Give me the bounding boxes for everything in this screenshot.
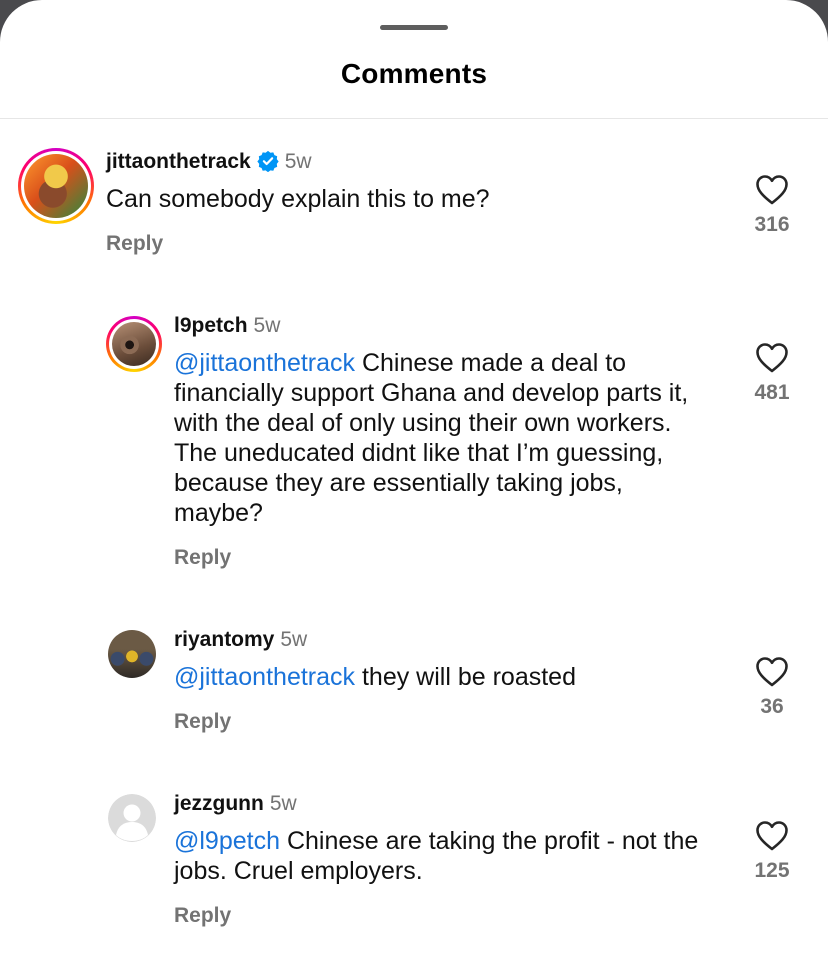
default-avatar-icon xyxy=(108,794,156,842)
heart-icon[interactable] xyxy=(755,342,789,373)
user-photo-icon xyxy=(112,322,156,366)
comment-time: 5w xyxy=(284,150,312,173)
like-count: 481 xyxy=(754,381,790,404)
comment-username[interactable]: riyantomy xyxy=(174,628,274,651)
like-count: 36 xyxy=(760,695,784,718)
comment-time: 5w xyxy=(269,792,297,815)
comment-username[interactable]: jittaonthetrack xyxy=(106,150,251,173)
like-count: 125 xyxy=(754,859,790,882)
heart-icon[interactable] xyxy=(755,656,789,687)
comment-text: @jittaonthetrack they will be roasted xyxy=(174,662,714,692)
comment-time: 5w xyxy=(280,628,308,651)
comment-body: they will be roasted xyxy=(355,663,576,691)
heart-icon[interactable] xyxy=(755,174,789,205)
user-photo-icon xyxy=(24,154,88,218)
avatar[interactable] xyxy=(108,630,156,678)
comment-body: Can somebody explain this to me? xyxy=(106,185,490,213)
mention-link[interactable]: @l9petch xyxy=(174,827,280,855)
reply-button[interactable]: Reply xyxy=(106,232,163,256)
comment-text: Can somebody explain this to me? xyxy=(106,184,716,214)
avatar[interactable] xyxy=(18,148,94,224)
avatar[interactable] xyxy=(108,794,156,842)
like-group: 125 xyxy=(752,820,792,883)
verified-badge-icon xyxy=(257,150,279,172)
heart-icon[interactable] xyxy=(755,820,789,851)
comment-username[interactable]: l9petch xyxy=(174,314,248,337)
comment-text: @jittaonthetrack Chinese made a deal to … xyxy=(174,348,714,528)
like-count: 316 xyxy=(754,213,790,236)
like-group: 36 xyxy=(752,656,792,719)
comment-text: @l9petch Chinese are taking the profit -… xyxy=(174,826,724,886)
like-group: 316 xyxy=(752,174,792,237)
reply-button[interactable]: Reply xyxy=(174,904,231,928)
comment-username[interactable]: jezzgunn xyxy=(174,792,264,815)
mention-link[interactable]: @jittaonthetrack xyxy=(174,663,355,691)
header-divider xyxy=(0,118,828,119)
reply-button[interactable]: Reply xyxy=(174,710,231,734)
mention-link[interactable]: @jittaonthetrack xyxy=(174,349,355,377)
like-group: 481 xyxy=(752,342,792,405)
reply-button[interactable]: Reply xyxy=(174,546,231,570)
comment-time: 5w xyxy=(253,314,281,337)
comments-sheet: Comments jittaonthetrack 5w Can somebody … xyxy=(0,0,828,968)
avatar[interactable] xyxy=(106,316,162,372)
sheet-title: Comments xyxy=(340,58,488,89)
drag-handle[interactable] xyxy=(380,25,448,30)
user-photo-icon xyxy=(108,630,156,678)
